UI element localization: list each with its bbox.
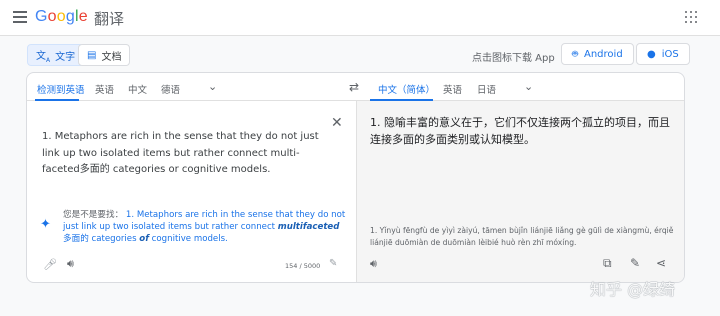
share-icon[interactable]: ⋖ [656,256,666,270]
google-logo[interactable]: Google [35,8,88,26]
source-lang-english[interactable]: 英语 [95,82,114,96]
suggestion-correction: of [139,234,149,245]
swap-icon[interactable]: ⇄ [349,80,359,94]
logo-letter: g [65,8,75,25]
suggestion-part: 多面的 categories [63,234,140,245]
romanization-text: 1. Yǐnyù fēngfù de yìyì zàiyú, tāmen bùj… [370,226,674,247]
translated-text: 1. 隐喻丰富的意义在于，它们不仅连接两个孤立的项目，而且连接多面的多面类别或认… [370,116,670,146]
document-mode-label: 文档 [101,51,122,63]
target-lang-english[interactable]: 英语 [443,82,462,96]
apple-icon: ● [647,48,656,60]
text-mode-button[interactable]: 文A 文字 [27,44,85,66]
chevron-down-icon[interactable]: ⌄ [208,80,217,93]
speaker-icon[interactable]: 🔊︎ [370,257,377,271]
mic-icon[interactable]: 🎤︎ [43,258,57,271]
watermark: 知乎 @绿绮 [590,280,676,299]
logo-letter: G [35,8,48,25]
language-bar: 检测到英语 英语 中文 德语 ⌄ ⇄ 中文（简体） 英语 日语 ⌄ [27,73,684,101]
logo-letter: o [56,8,66,25]
target-lang-japanese[interactable]: 日语 [477,82,496,96]
document-icon: ▤ [87,49,97,61]
source-lang-german[interactable]: 德语 [161,82,180,96]
product-name: 翻译 [94,10,125,28]
translation-card: 检测到英语 英语 中文 德语 ⌄ ⇄ 中文（简体） 英语 日语 ⌄ 1. Met… [26,72,685,283]
source-lang-detected[interactable]: 检测到英语 [37,82,85,96]
suggestion-part: cognitive models. [148,234,228,245]
android-icon: 🤖︎ [572,49,578,60]
logo-letter: e [78,8,88,25]
logo-letter: o [47,8,57,25]
apps-grid-icon[interactable] [685,11,697,23]
spelling-suggestion: 您是不是要找： 1. Metaphors are rich in the sen… [63,209,346,246]
sparkle-icon: ✦ [40,217,51,232]
text-mode-label: 文字 [55,51,76,63]
translate-icon: 文A [36,50,51,64]
top-bar: Google 翻译 [0,0,720,36]
ios-app-button[interactable]: ● iOS [636,43,690,65]
chevron-down-icon[interactable]: ⌄ [524,80,533,93]
pencil-icon[interactable]: ✎ [630,256,640,270]
pencil-icon[interactable]: ✎ [329,258,337,269]
app-download-text: 点击图标下载 App [472,53,555,64]
suggestion-correction: multifaceted [277,222,340,233]
ios-label: iOS [661,48,679,60]
document-mode-button[interactable]: ▤ 文档 [78,44,131,66]
source-lang-chinese[interactable]: 中文 [128,82,147,96]
source-text-input[interactable]: 1. Metaphors are rich in the sense that … [42,129,337,179]
suggestion-prefix: 您是不是要找： [63,210,124,220]
menu-icon[interactable] [13,11,27,23]
close-icon[interactable]: ✕ [331,115,343,131]
target-lang-chinese-simplified[interactable]: 中文（简体） [378,82,435,96]
character-count: 154 / 5000 [285,262,321,270]
copy-icon[interactable]: ⧉ [603,256,612,271]
android-label: Android [584,48,623,60]
source-pane: 1. Metaphors are rich in the sense that … [27,101,356,282]
android-app-button[interactable]: 🤖︎ Android [561,43,634,65]
speaker-icon[interactable]: 🔊︎ [67,257,74,271]
target-pane: 1. 隐喻丰富的意义在于，它们不仅连接两个孤立的项目，而且连接多面的多面类别或认… [356,101,684,282]
